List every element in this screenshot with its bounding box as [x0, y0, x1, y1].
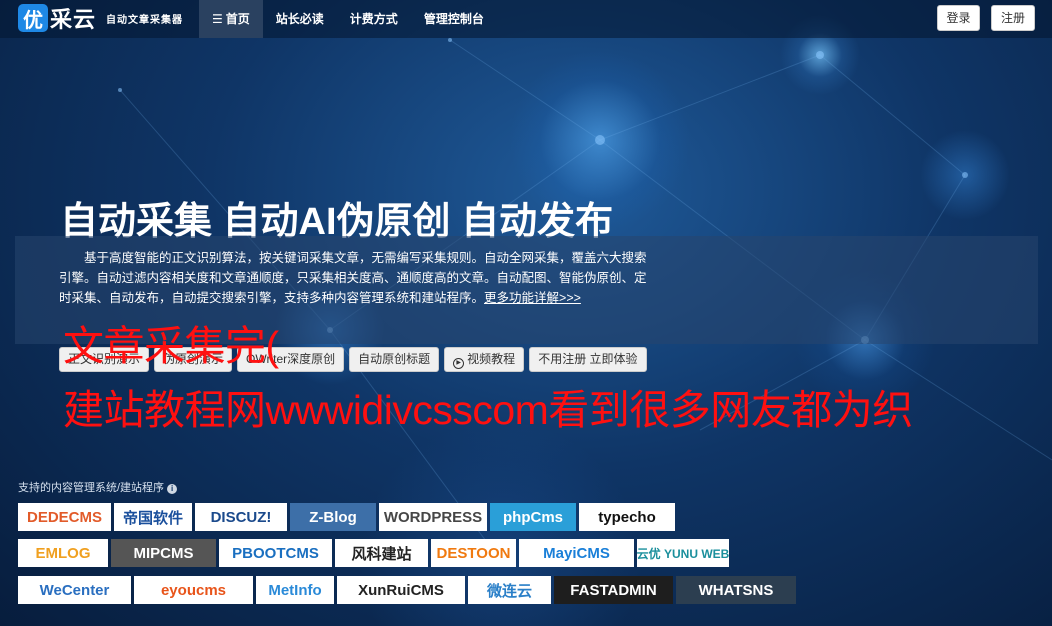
cms-section-title: 支持的内容管理系统/建站程序 i — [18, 479, 178, 495]
cms-logo[interactable]: DEDECMS — [18, 503, 111, 531]
cms-logo[interactable]: 微连云 — [468, 576, 551, 604]
main-nav: ☰ 首页 站长必读 计费方式 管理控制台 — [199, 0, 497, 38]
nav-item-console[interactable]: 管理控制台 — [411, 0, 497, 38]
cms-logo[interactable]: 帝国软件 — [114, 503, 192, 531]
owriter-button[interactable]: OWriter深度原创 — [237, 347, 345, 372]
cms-logo[interactable]: DESTOON — [431, 539, 516, 567]
cms-logo[interactable]: MIPCMS — [111, 539, 216, 567]
nav-item-pricing[interactable]: 计费方式 — [337, 0, 411, 38]
cms-logo[interactable]: XunRuiCMS — [337, 576, 465, 604]
site-logo[interactable]: 优 采云 自动文章采集器 — [18, 4, 184, 33]
nav-item-home[interactable]: ☰ 首页 — [199, 0, 263, 38]
cms-logo[interactable]: PBOOTCMS — [219, 539, 332, 567]
nav-item-label: 首页 — [225, 12, 250, 26]
cms-logo[interactable]: Z-Blog — [290, 503, 376, 531]
cms-logo-row: EMLOG MIPCMS PBOOTCMS 风科建站 DESTOON MayiCMS 云优 … — [18, 539, 729, 567]
logo-mark: 优 — [18, 4, 48, 32]
cms-logo-row: DEDECMS 帝国软件 DISCUZ! Z-Blog WORDPRESS phpCms t… — [18, 503, 675, 531]
hero-description: 基于高度智能的正文识别算法，按关键词采集文章，无需编写采集规则。自动全网采集，覆… — [59, 248, 649, 308]
overlay-text-line-2: 建站教程网wwwidivcsscom看到很多网友都为织 — [63, 387, 913, 433]
menu-icon: ☰ — [212, 12, 223, 26]
nav-item-label: 站长必读 — [275, 12, 324, 26]
cms-logo[interactable]: MetInfo — [256, 576, 334, 604]
cms-title-text: 支持的内容管理系统/建站程序 — [18, 482, 165, 494]
cms-logo[interactable]: WORDPRESS — [379, 503, 487, 531]
cms-logo[interactable]: WeCenter — [18, 576, 131, 604]
cms-logo[interactable]: eyoucms — [134, 576, 253, 604]
cms-logo[interactable]: MayiCMS — [519, 539, 634, 567]
nav-item-label: 计费方式 — [349, 12, 398, 26]
logo-subtitle: 自动文章采集器 — [106, 14, 184, 26]
cms-logo[interactable]: EMLOG — [18, 539, 108, 567]
cms-logo[interactable]: 云优 YUNU WEB — [637, 539, 729, 567]
text-recognition-demo-button[interactable]: 正文识别演示 — [59, 347, 150, 372]
video-tutorial-label: 视频教程 — [467, 352, 516, 366]
rewrite-demo-button[interactable]: 伪原创演示 — [154, 347, 233, 372]
demo-button-row: 正文识别演示 伪原创演示 OWriter深度原创 自动原创标题 ▶ 视频教程 不用… — [59, 347, 647, 372]
cms-logo[interactable]: DISCUZ! — [195, 503, 287, 531]
cms-logo[interactable]: typecho — [579, 503, 675, 531]
play-icon: ▶ — [453, 358, 465, 369]
try-now-button[interactable]: 不用注册 立即体验 — [529, 347, 647, 372]
cms-logo[interactable]: phpCms — [490, 503, 576, 531]
register-button[interactable]: 注册 — [991, 5, 1035, 31]
top-navbar: 优 采云 自动文章采集器 ☰ 首页 站长必读 计费方式 管理控制台 登录 注册 — [0, 0, 1052, 38]
cms-logo[interactable]: WHATSNS — [676, 576, 796, 604]
auto-title-button[interactable]: 自动原创标题 — [349, 347, 440, 372]
cms-logo[interactable]: FASTADMIN — [554, 576, 673, 604]
login-button[interactable]: 登录 — [937, 5, 980, 31]
cms-logo-row: WeCenter eyoucms MetInfo XunRuiCMS 微连云 FASTAD… — [18, 576, 796, 604]
video-tutorial-button[interactable]: ▶ 视频教程 — [444, 347, 525, 372]
nav-item-must-read[interactable]: 站长必读 — [263, 0, 337, 38]
info-icon[interactable]: i — [167, 484, 178, 494]
logo-name: 采云 — [50, 7, 97, 33]
cms-logo[interactable]: 风科建站 — [335, 539, 428, 567]
nav-item-label: 管理控制台 — [423, 12, 484, 26]
more-features-link[interactable]: 更多功能详解>>> — [484, 291, 581, 305]
